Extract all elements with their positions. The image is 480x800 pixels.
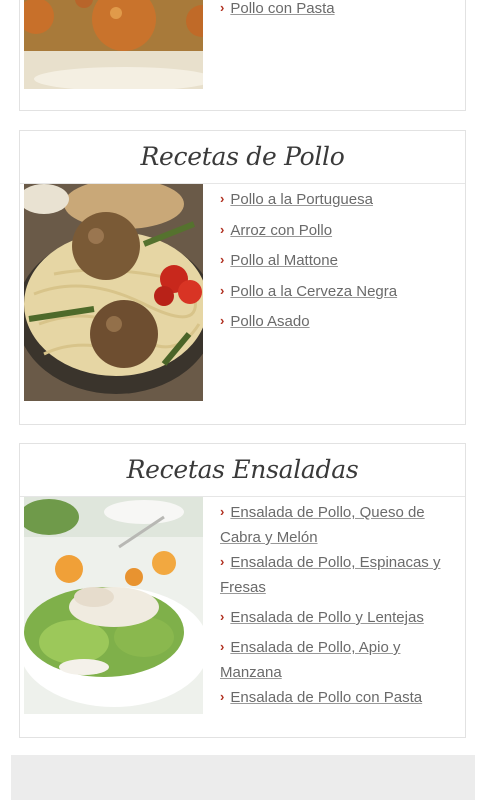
section-title: Recetas Ensaladas — [20, 444, 465, 497]
recipe-link[interactable]: Pollo con Pasta — [230, 0, 334, 17]
recipe-card-pasta: › Pollo con Pasta — [19, 0, 466, 111]
chevron-right-icon: › — [220, 554, 225, 569]
recipe-link[interactable]: Pollo al Mattone — [230, 252, 338, 269]
chevron-right-icon: › — [220, 221, 225, 237]
list-item: › Ensalada de Pollo, Apio y Manzana — [220, 635, 455, 685]
chevron-right-icon: › — [220, 252, 225, 267]
list-item: › Pollo a la Portuguesa — [220, 187, 455, 212]
list-item: › Pollo al Mattone — [220, 248, 455, 273]
list-item: › Pollo con Pasta — [220, 0, 455, 21]
recipe-card-pollo: Recetas de Pollo › Pollo a la Portuguesa… — [19, 130, 466, 425]
chevron-right-icon: › — [220, 639, 225, 654]
recipe-card-ensaladas: Recetas Ensaladas › Ensalada de Pollo, Q… — [19, 443, 466, 738]
chicken-salad-thumbnail[interactable] — [24, 497, 203, 714]
chevron-right-icon: › — [220, 609, 225, 624]
list-item: › Ensalada de Pollo, Espinacas y Fresas — [220, 550, 455, 600]
list-item: › Ensalada de Pollo y Lentejas — [220, 605, 455, 630]
recipe-links-list: › Ensalada de Pollo, Queso de Cabra y Mel… — [220, 500, 455, 710]
chevron-right-icon: › — [220, 191, 225, 206]
recipe-links-list: › Pollo a la Portuguesa › Arroz con Pollo … — [220, 187, 455, 334]
footer-bar — [11, 755, 475, 800]
recipe-link[interactable]: Ensalada de Pollo, Apio y Manzana — [220, 639, 400, 681]
recipe-links-list: › Pollo con Pasta — [220, 0, 455, 21]
chevron-right-icon: › — [220, 313, 225, 328]
chevron-right-icon: › — [220, 282, 225, 298]
recipe-link[interactable]: Arroz con Pollo — [230, 222, 332, 239]
recipe-link[interactable]: Pollo a la Portuguesa — [230, 191, 373, 208]
list-item: › Pollo Asado — [220, 309, 455, 334]
section-title: Recetas de Pollo — [20, 131, 465, 184]
recipe-link[interactable]: Pollo a la Cerveza Negra — [230, 283, 397, 300]
chevron-right-icon: › — [220, 0, 225, 15]
pasta-meatballs-thumbnail[interactable] — [24, 0, 203, 89]
list-item: › Pollo a la Cerveza Negra — [220, 279, 455, 304]
recipe-link[interactable]: Ensalada de Pollo, Espinacas y Fresas — [220, 554, 440, 596]
recipe-link[interactable]: Ensalada de Pollo con Pasta — [230, 689, 422, 706]
list-item: › Ensalada de Pollo con Pasta — [220, 685, 455, 710]
recipe-link[interactable]: Ensalada de Pollo, Queso de Cabra y Meló… — [220, 504, 425, 546]
list-item: › Arroz con Pollo — [220, 218, 455, 243]
recipe-link[interactable]: Ensalada de Pollo y Lentejas — [230, 609, 423, 626]
chevron-right-icon: › — [220, 504, 225, 519]
recipe-link[interactable]: Pollo Asado — [230, 313, 309, 330]
chicken-pasta-thumbnail[interactable] — [24, 184, 203, 401]
list-item: › Ensalada de Pollo, Queso de Cabra y Mel… — [220, 500, 455, 550]
chevron-right-icon: › — [220, 689, 225, 704]
